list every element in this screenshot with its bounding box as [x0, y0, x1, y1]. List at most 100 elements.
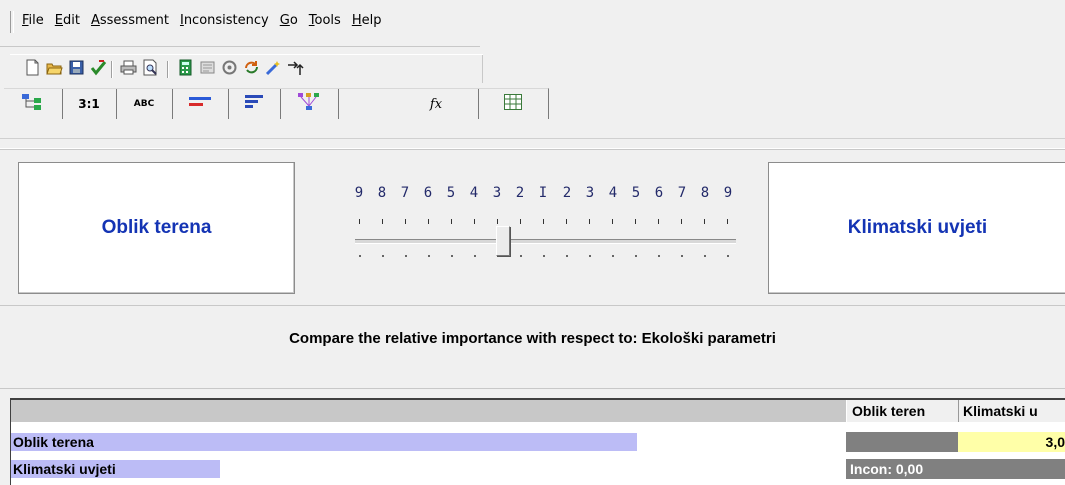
scale-label: 2: [515, 185, 525, 201]
slider-tick: [566, 219, 567, 224]
comparison-question: Compare the relative importance with res…: [289, 330, 776, 347]
slider-tick: [359, 219, 360, 224]
slider-tick: [497, 219, 498, 224]
open-folder-icon[interactable]: [46, 59, 63, 76]
row-label: Klimatski uvjeti: [13, 461, 116, 477]
tab-hierarchy[interactable]: [280, 88, 339, 119]
slider-dot: [451, 255, 453, 257]
wand-icon[interactable]: [265, 59, 282, 76]
hierarchy-icon: [298, 93, 320, 115]
scale-label: 8: [700, 185, 710, 201]
slider-dot: [520, 255, 522, 257]
column-header[interactable]: Oblik teren: [846, 400, 958, 422]
slider-dot: [612, 255, 614, 257]
scale-label: 3: [492, 185, 502, 201]
scale-label: 4: [608, 185, 618, 201]
slider-tick: [382, 219, 383, 224]
arrow-icon[interactable]: [287, 59, 304, 76]
slider-dot: [704, 255, 706, 257]
right-node-box[interactable]: Klimatski uvjeti: [768, 162, 1065, 294]
row-label: Oblik terena: [13, 434, 94, 450]
print-preview-icon[interactable]: [142, 59, 159, 76]
slider-tick: [658, 219, 659, 224]
matrix-cell-diagonal: [846, 432, 958, 452]
slider-tick: [681, 219, 682, 224]
matrix-row[interactable]: Klimatski uvjeti Incon: 0,00: [11, 459, 1065, 479]
divider: [0, 388, 1065, 389]
tab-grid[interactable]: [478, 88, 549, 119]
refresh-icon[interactable]: [243, 59, 260, 76]
scale-label: 6: [423, 185, 433, 201]
tree-icon: [22, 93, 44, 115]
slider-thumb[interactable]: [496, 226, 510, 256]
scale-label: 4: [469, 185, 479, 201]
menu-items: File Edit Assessment Inconsistency Go To…: [22, 13, 381, 28]
check-icon[interactable]: [90, 59, 107, 76]
slider-tick: [612, 219, 613, 224]
slider-tick: [635, 219, 636, 224]
menu-go[interactable]: Go: [280, 13, 298, 28]
slider-tick: [727, 219, 728, 224]
tab-abc[interactable]: ABC: [116, 88, 173, 119]
divider: [0, 305, 1065, 306]
scale-label: 2: [562, 185, 572, 201]
column-header[interactable]: Klimatski u: [958, 400, 1065, 422]
inconsistency-cell: Incon: 0,00: [846, 459, 958, 479]
slider-tick: [474, 219, 475, 224]
left-node-box[interactable]: Oblik terena: [18, 162, 295, 294]
menu-grip: [10, 11, 14, 33]
divider: [0, 149, 1065, 150]
scale-label: 5: [631, 185, 641, 201]
slider-dot: [681, 255, 683, 257]
menu-edit[interactable]: Edit: [55, 13, 80, 28]
slider-dot: [589, 255, 591, 257]
toolbar: [10, 54, 483, 83]
slider-track[interactable]: [355, 239, 736, 244]
matrix-row[interactable]: Oblik terena 3,0: [11, 432, 1065, 452]
slider-tick: [704, 219, 705, 224]
menu-file[interactable]: File: [22, 13, 44, 28]
document-icon[interactable]: [199, 59, 216, 76]
slider-dot: [474, 255, 476, 257]
calculator-icon[interactable]: [177, 59, 194, 76]
right-node-label: Klimatski uvjeti: [847, 217, 988, 238]
tab-horizontal-bars[interactable]: [228, 88, 281, 119]
slider-dot: [635, 255, 637, 257]
menu-inconsistency[interactable]: Inconsistency: [180, 13, 269, 28]
scale-center-label: I: [538, 185, 548, 201]
tab-bar-chart[interactable]: [172, 88, 229, 119]
new-file-icon[interactable]: [24, 59, 41, 76]
scale-label: 8: [377, 185, 387, 201]
print-icon[interactable]: [120, 59, 137, 76]
slider-tick: [589, 219, 590, 224]
scale-label: 9: [723, 185, 733, 201]
menu-help[interactable]: Help: [352, 13, 382, 28]
tab-ratio[interactable]: 3:1: [62, 88, 117, 119]
slider-tick: [428, 219, 429, 224]
menu-bar: File Edit Assessment Inconsistency Go To…: [0, 10, 1065, 34]
menu-assessment[interactable]: Assessment: [91, 13, 169, 28]
bar-chart-icon: [189, 96, 211, 112]
matrix-cell-diagonal: [958, 459, 1065, 479]
matrix-cell-value[interactable]: 3,0: [958, 432, 1065, 452]
slider-tick: [543, 219, 544, 224]
slider-dot: [543, 255, 545, 257]
scale-label: 6: [654, 185, 664, 201]
scale-label: 3: [585, 185, 595, 201]
slider-tick: [405, 219, 406, 224]
divider: [0, 138, 1065, 139]
grid-icon: [504, 94, 522, 114]
menu-tools[interactable]: Tools: [309, 13, 341, 28]
tab-tree[interactable]: [4, 88, 63, 119]
network-icon[interactable]: [221, 59, 238, 76]
slider-tick: [520, 219, 521, 224]
tab-formula[interactable]: fx: [338, 88, 479, 119]
horizontal-bars-icon: [245, 95, 263, 113]
scale-numbers: 9 8 7 6 5 4 3 2 I 2 3 4 5 6 7 8 9: [355, 185, 745, 205]
save-icon[interactable]: [68, 59, 85, 76]
menu-divider: [0, 46, 480, 47]
slider-dot: [405, 255, 407, 257]
slider-dot: [727, 255, 729, 257]
formula-icon: fx: [429, 96, 443, 112]
toolbar-separator: [167, 61, 169, 78]
